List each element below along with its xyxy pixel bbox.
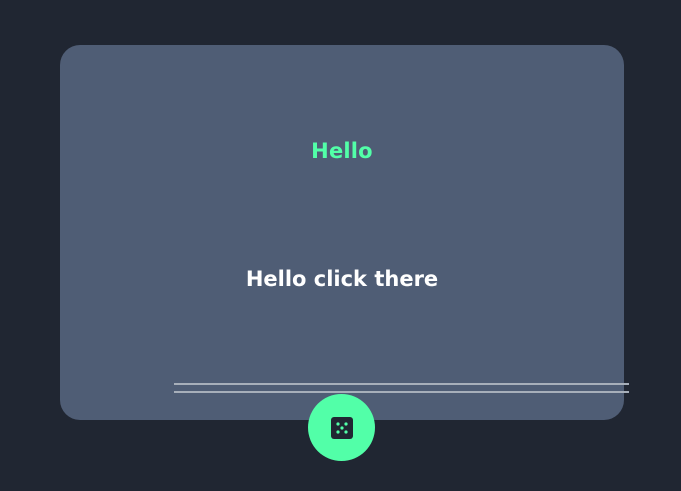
card-heading: Hello	[311, 139, 373, 163]
divider-line-bottom	[174, 391, 629, 393]
dice-icon	[330, 416, 353, 439]
divider-line-top	[174, 383, 629, 385]
advice-card: Hello Hello click there	[60, 45, 629, 420]
divider	[174, 383, 629, 394]
dice-button[interactable]	[308, 394, 375, 461]
card-message: Hello click there	[245, 267, 439, 291]
